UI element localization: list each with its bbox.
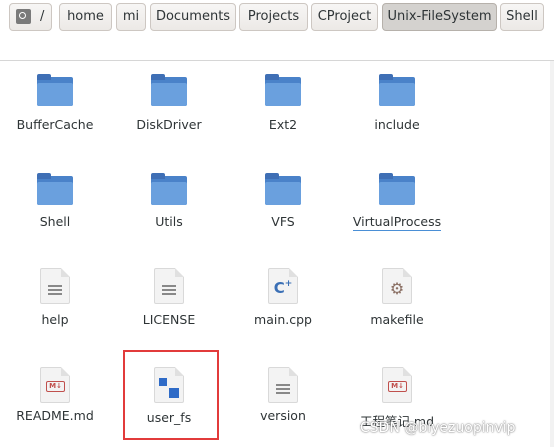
- file-name: BufferCache: [16, 117, 94, 132]
- markdown-file-icon: M↓: [40, 367, 70, 403]
- file-item-buffercache[interactable]: BufferCache: [0, 74, 110, 134]
- file-name: VirtualProcess: [352, 214, 442, 231]
- folder-icon: [265, 74, 301, 106]
- text-file-icon: [154, 268, 184, 304]
- crumb-cproject[interactable]: CProject: [311, 3, 378, 31]
- crumb-home[interactable]: home: [59, 3, 112, 31]
- text-file-icon: [40, 268, 70, 304]
- file-name: LICENSE: [142, 312, 196, 327]
- folder-icon: [265, 173, 301, 205]
- crumb-documents[interactable]: Documents: [150, 3, 236, 31]
- path-bar: / home mi Documents Projects CProject Un…: [0, 0, 554, 40]
- file-item-version[interactable]: version: [228, 367, 338, 427]
- file-name: makefile: [370, 312, 424, 327]
- file-name: Utils: [155, 214, 183, 229]
- crumb-shell[interactable]: Shell: [500, 3, 544, 31]
- crumb-root[interactable]: /: [9, 3, 52, 31]
- folder-icon: [379, 74, 415, 106]
- file-name: main.cpp: [254, 312, 312, 327]
- folder-icon: [37, 173, 73, 205]
- file-item-ext2[interactable]: Ext2: [228, 74, 338, 134]
- makefile-gear-icon: ⚙: [382, 268, 412, 304]
- markdown-file-icon: M↓: [382, 367, 412, 403]
- file-item-include[interactable]: include: [342, 74, 452, 134]
- file-name: DiskDriver: [136, 117, 202, 132]
- file-name: include: [374, 117, 420, 132]
- disk-icon: [16, 9, 31, 24]
- file-name: help: [41, 312, 69, 327]
- crumb-projects[interactable]: Projects: [239, 3, 308, 31]
- scrollbar[interactable]: [550, 61, 554, 447]
- file-name: Shell: [39, 214, 71, 229]
- file-item-utils[interactable]: Utils: [114, 173, 224, 233]
- folder-icon: [151, 173, 187, 205]
- file-item-license[interactable]: LICENSE: [114, 268, 224, 328]
- file-item-vfs[interactable]: VFS: [228, 173, 338, 233]
- file-item-help[interactable]: help: [0, 268, 110, 328]
- file-name: Ext2: [268, 117, 298, 132]
- file-item-diskdriver[interactable]: DiskDriver: [114, 74, 224, 134]
- folder-icon: [37, 74, 73, 106]
- file-item-main-cpp[interactable]: C+ main.cpp: [228, 268, 338, 328]
- watermark: CSDN @biyezuopinvip: [360, 420, 516, 436]
- crumb-unix-filesystem[interactable]: Unix-FileSystem: [382, 3, 497, 31]
- file-item-readme[interactable]: M↓ README.md: [0, 367, 110, 427]
- file-item-virtualprocess[interactable]: VirtualProcess: [342, 173, 452, 233]
- folder-icon: [379, 173, 415, 205]
- file-name: README.md: [16, 408, 94, 423]
- file-item-notes-md[interactable]: M↓ 工程笔记.md: [342, 367, 452, 429]
- file-item-makefile[interactable]: ⚙ makefile: [342, 268, 452, 328]
- crumb-root-label: /: [40, 9, 45, 24]
- crumb-mi[interactable]: mi: [116, 3, 146, 31]
- file-item-shell[interactable]: Shell: [0, 173, 110, 233]
- file-name: VFS: [271, 214, 295, 229]
- folder-icon: [151, 74, 187, 106]
- file-name: version: [260, 408, 306, 423]
- toolbar-divider: [0, 60, 554, 61]
- cpp-file-icon: C+: [268, 268, 298, 304]
- text-file-icon: [268, 367, 298, 403]
- highlight-box: [123, 350, 219, 440]
